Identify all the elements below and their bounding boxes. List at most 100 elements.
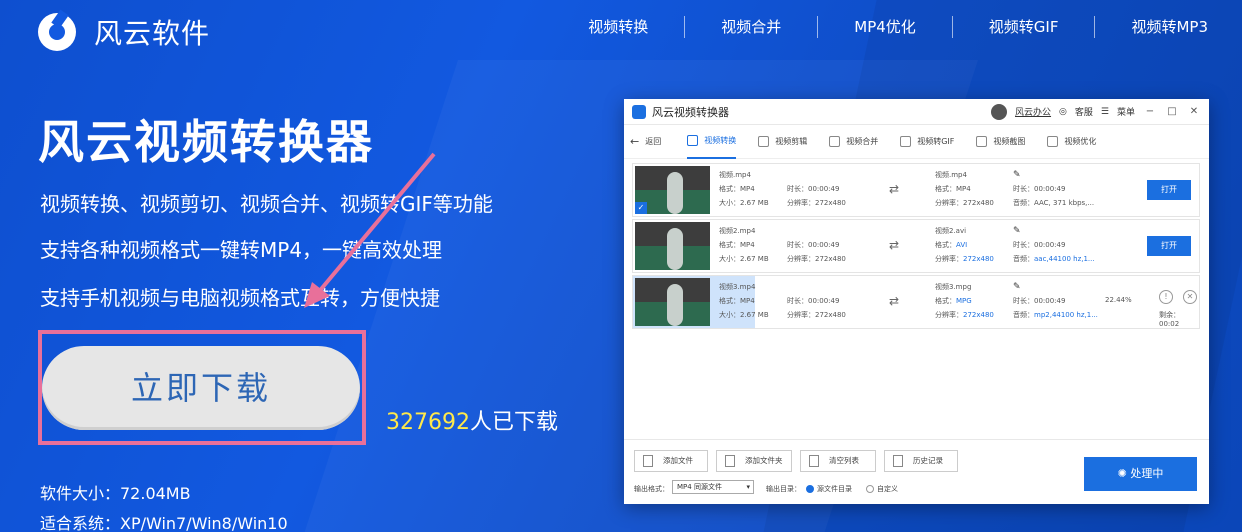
brand-logo[interactable]: 风云软件 [38,12,210,52]
remaining-time: 剩余：00:02 [1159,311,1180,328]
user-link[interactable]: 风云办公 [1015,105,1051,118]
menu-icon: ☰ [1100,106,1109,117]
edit-icon[interactable]: ✎ [1013,226,1021,236]
tab-label: 视频截图 [993,137,1026,146]
cancel-icon[interactable]: ✕ [1183,290,1197,304]
output-dir-label: 输出目录： [766,485,801,493]
tab-label: 视频剪辑 [775,137,808,146]
file-resolution: 分辨率：272x480 [787,255,846,263]
top-nav: 视频转换 视频合并 MP4优化 视频转GIF 视频转MP3 [552,16,1242,38]
app-title: 风云视频转换器 [652,105,729,119]
nav-item-video-to-gif[interactable]: 视频转GIF [951,16,1095,38]
output-format: 格式：AVI [935,238,994,252]
nav-item-video-merge[interactable]: 视频合并 [684,16,817,38]
nav-item-video-convert[interactable]: 视频转换 [552,16,684,38]
file-format: 格式：MP4 [719,241,755,249]
output-duration: 时长：00:00:49 [1013,185,1066,193]
sliders-icon [1047,136,1059,147]
app-toolbar: ← 返回 视频转换 视频剪辑 视频合并 视频转GIF 视频截图 视频优化 [624,125,1209,159]
radio-label: 自定义 [877,485,898,493]
output-format-label: 输出格式： [634,485,669,493]
radio-checked-icon [806,485,814,493]
history-label: 历史记录 [913,456,943,465]
open-button[interactable]: 打开 [1147,180,1191,200]
shuffle-icon: ⇄ [889,238,900,252]
output-format-select[interactable]: MP4 同源文件 [672,480,754,494]
software-size: 软件大小：72.04MB [40,484,191,503]
maximize-button[interactable]: □ [1165,106,1179,117]
clear-list-button[interactable]: 清空列表 [800,450,876,472]
menu-link[interactable]: 菜单 [1117,105,1135,118]
output-audio: 音频：aac,44100 hz,1... [1013,252,1095,266]
file-name: 视频.mp4 [719,171,751,179]
output-resolution-label: 分辨率： [935,311,963,319]
output-format-label: 格式： [935,297,956,305]
tab-label: 视频转GIF [917,137,955,146]
app-titlebar: 风云视频转换器 风云办公 ◎ 客服 ☰ 菜单 − □ ✕ [624,99,1209,125]
add-file-button[interactable]: 添加文件 [634,450,708,472]
add-folder-label: 添加文件夹 [745,456,783,465]
minimize-button[interactable]: − [1143,106,1157,117]
pause-icon[interactable]: ! [1159,290,1173,304]
output-duration: 时长：00:00:49 [1013,297,1066,305]
spinner-icon: ✺ [1117,467,1131,480]
clear-list-label: 清空列表 [829,456,859,465]
output-format-value: AVI [956,241,968,249]
file-row[interactable]: 视频3.mp4 格式：MP4 大小：2.67 MB 时长：00:00:49 分辨… [632,275,1200,329]
app-logo-icon [632,104,646,119]
file-row[interactable]: ✓ 视频.mp4 格式：MP4 大小：2.67 MB 时长：00:00:49 分… [632,163,1200,217]
tab-video-merge[interactable]: 视频合并 [829,125,878,159]
output-audio: 音频：mp2,44100 hz,1... [1013,308,1098,322]
tab-label: 视频合并 [846,137,879,146]
output-resolution: 分辨率：272x480 [935,252,994,266]
gif-icon [900,136,912,147]
process-button[interactable]: ✺ 处理中 [1084,457,1197,491]
output-name: 视频3.mpg [935,283,972,291]
merge-icon [829,136,841,147]
headset-icon: ◎ [1059,106,1067,117]
shuffle-icon: ⇄ [889,182,900,196]
history-button[interactable]: 历史记录 [884,450,958,472]
brand-logo-icon [38,13,76,51]
radio-unchecked-icon [866,485,874,493]
output-audio-value: aac,44100 hz,1... [1034,255,1095,263]
output-audio-label: 音频： [1013,311,1034,319]
tab-video-screenshot[interactable]: 视频截图 [976,125,1025,159]
back-label: 返回 [645,137,662,146]
file-row[interactable]: 视频2.mp4 格式：MP4 大小：2.67 MB 时长：00:00:49 分辨… [632,219,1200,273]
output-resolution-value: 272x480 [963,255,994,263]
radio-custom-dir[interactable]: 自定义 [866,484,898,494]
output-audio-label: 音频： [1013,255,1034,263]
close-button[interactable]: ✕ [1187,106,1201,117]
scissors-icon [758,136,770,147]
download-button[interactable]: 立即下载 [42,346,360,430]
output-resolution-value: 272x480 [963,311,994,319]
tab-video-convert[interactable]: 视频转换 [687,125,737,159]
download-count: 327692人已下载 [386,404,558,436]
nav-item-video-to-mp3[interactable]: 视频转MP3 [1094,16,1242,38]
process-label: 处理中 [1130,467,1164,480]
output-format-label: 格式： [935,241,956,249]
radio-source-dir[interactable]: 源文件目录 [806,484,852,494]
trash-icon [809,455,819,467]
avatar[interactable] [991,103,1008,120]
folder-icon [725,455,735,467]
checkbox-checked[interactable]: ✓ [635,202,647,214]
download-count-number: 327692 [386,410,470,435]
open-button[interactable]: 打开 [1147,236,1191,256]
service-link[interactable]: 客服 [1075,105,1093,118]
output-resolution: 分辨率：272x480 [935,308,994,322]
nav-item-mp4-optimize[interactable]: MP4优化 [817,16,952,38]
tab-video-to-gif[interactable]: 视频转GIF [900,125,954,159]
pointer-arrow-icon [304,152,436,308]
edit-icon[interactable]: ✎ [1013,282,1021,292]
output-name: 视频2.avi [935,227,967,235]
video-thumbnail [635,278,710,326]
back-button[interactable]: ← 返回 [630,125,661,159]
add-folder-button[interactable]: 添加文件夹 [716,450,792,472]
tab-video-edit[interactable]: 视频剪辑 [758,125,807,159]
tab-video-optimize[interactable]: 视频优化 [1047,125,1096,159]
progress-percent: 22.44% [1105,296,1132,304]
edit-icon[interactable]: ✎ [1013,170,1021,180]
file-format: 格式：MP4 [719,297,755,305]
